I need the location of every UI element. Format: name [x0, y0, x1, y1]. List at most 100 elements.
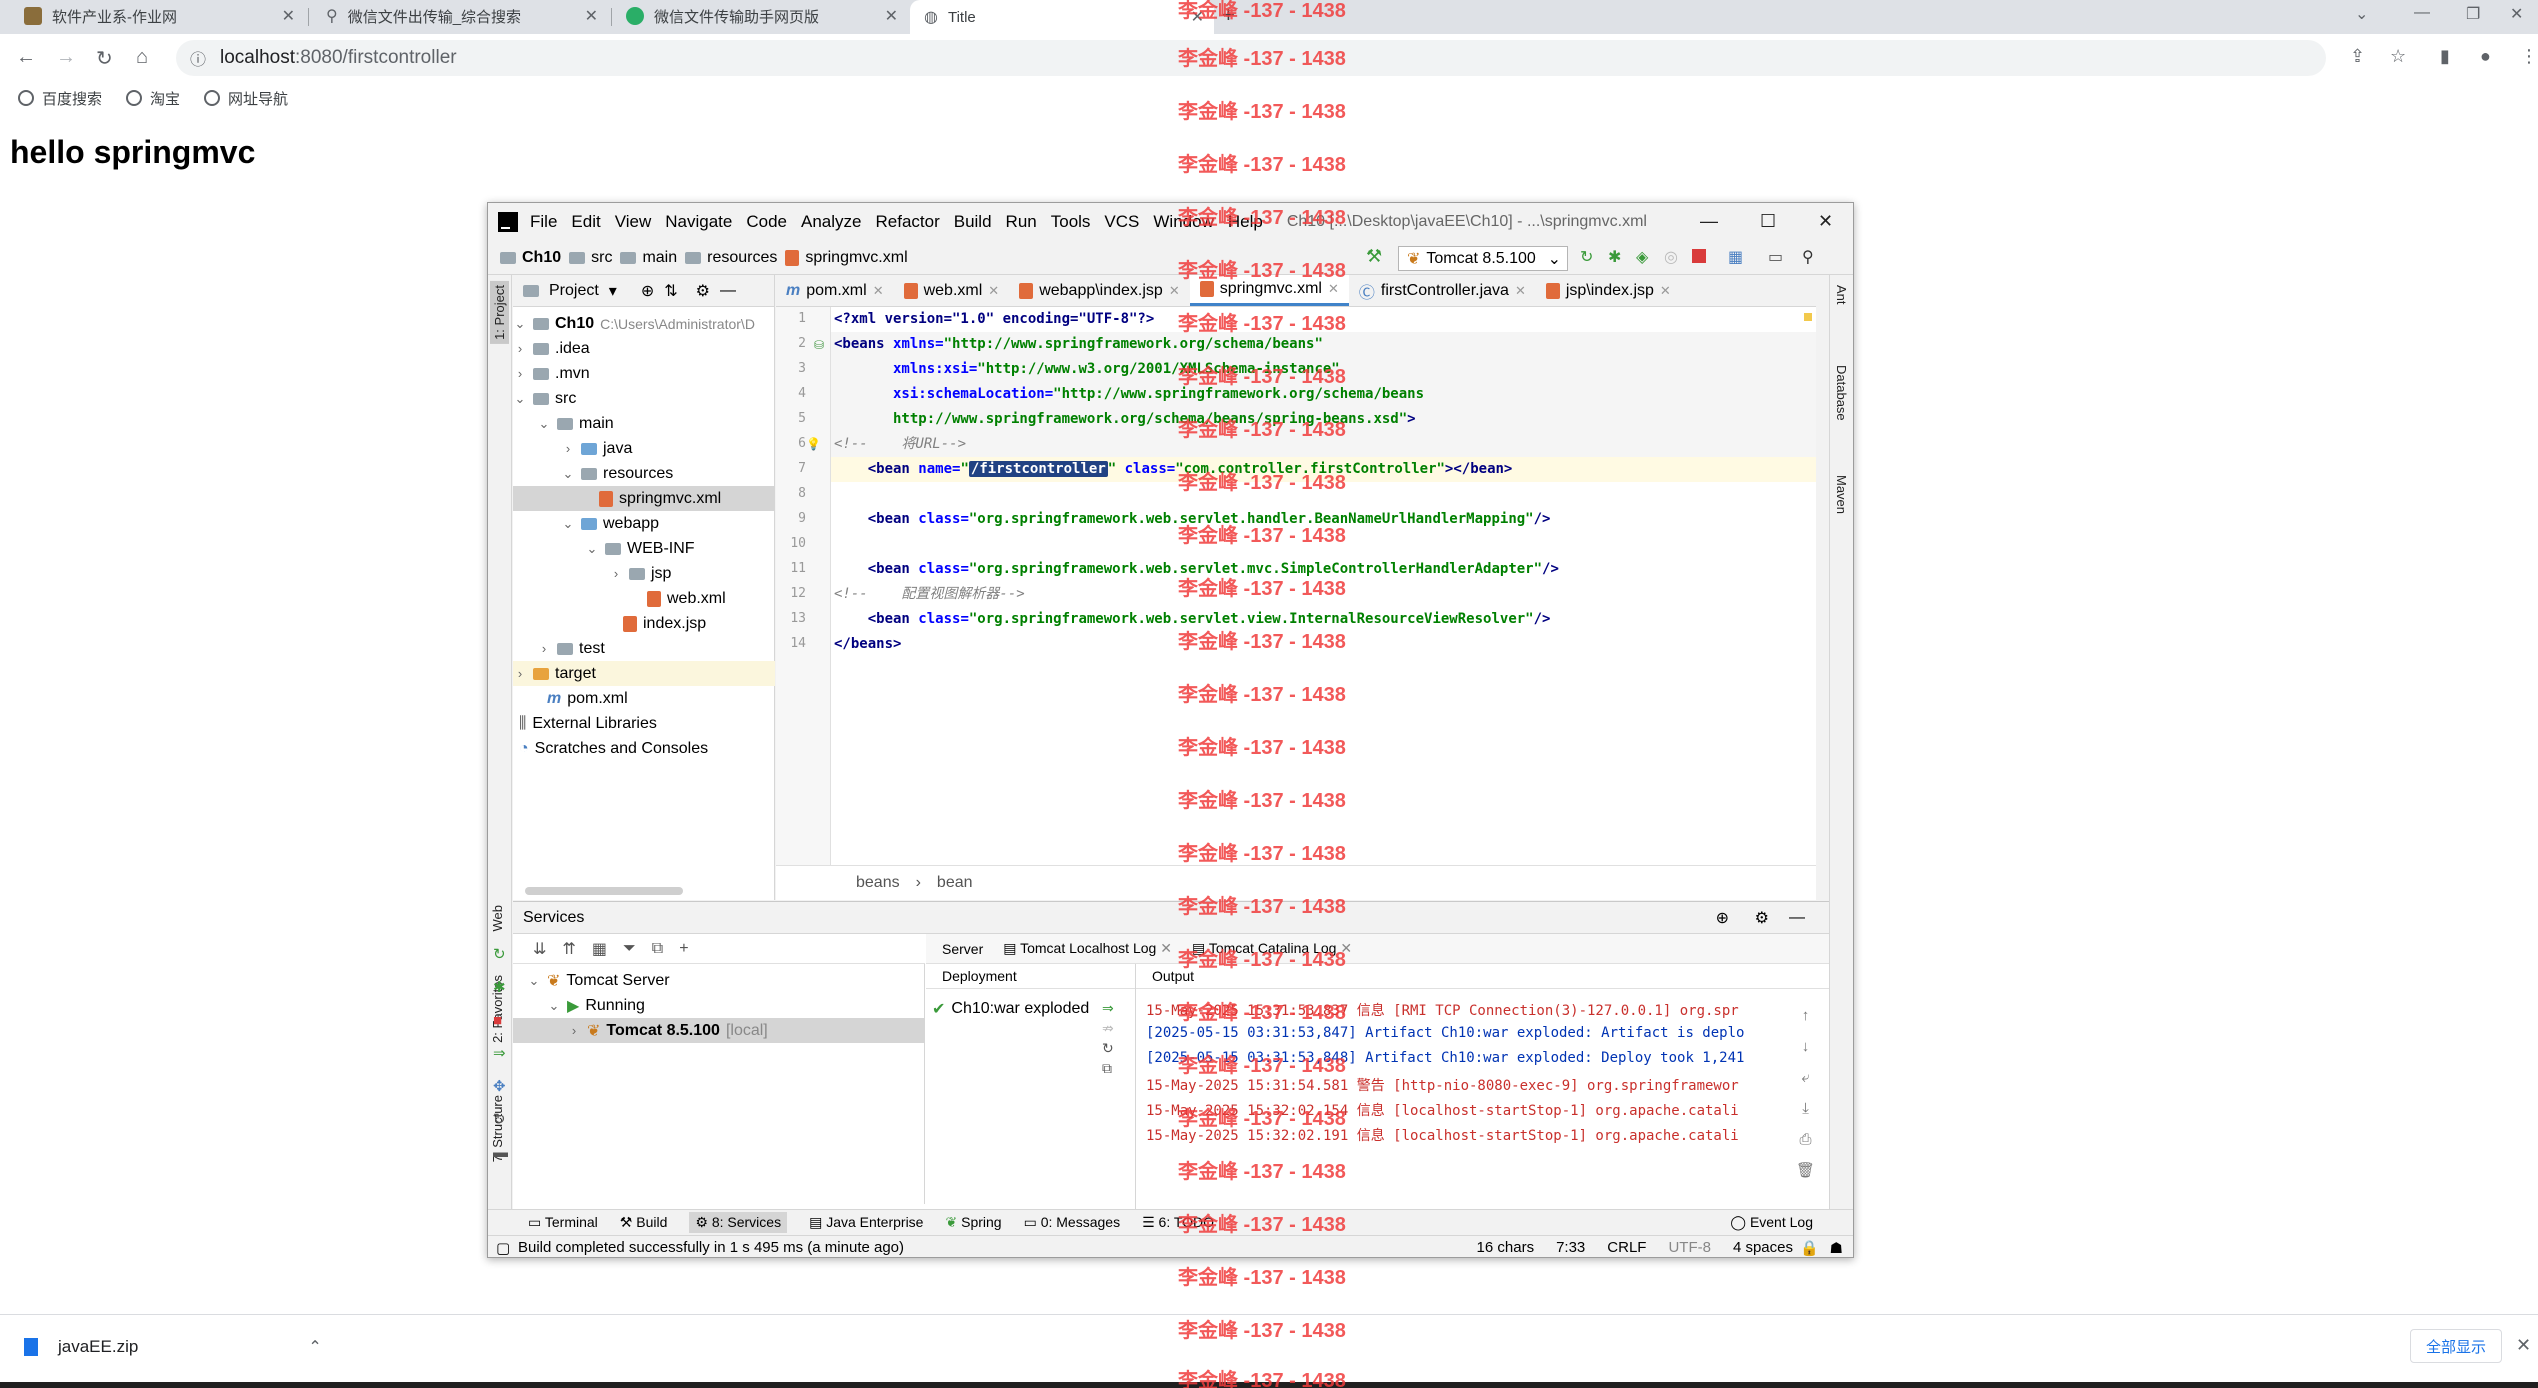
editor-tab-webapp-index[interactable]: webapp\index.jsp ✕ — [1009, 275, 1190, 306]
terminal-icon[interactable]: ▭ — [1768, 247, 1783, 267]
back-button[interactable]: ← — [16, 46, 36, 69]
tree-item-jsp[interactable]: › jsp — [609, 561, 672, 586]
soft-wrap-icon[interactable]: ⤶ — [1796, 1062, 1815, 1093]
close-icon[interactable]: ✕ — [1160, 940, 1172, 956]
tool-tab-project[interactable]: 1: Project — [490, 281, 509, 344]
close-window-button[interactable]: ✕ — [1818, 211, 1833, 232]
chevron-down-icon[interactable]: ▾ — [609, 281, 617, 301]
tree-item-external-libraries[interactable]: ⫼ External Libraries — [519, 711, 657, 736]
refresh-icon[interactable]: ↻ — [1102, 1038, 1114, 1058]
editor-tab-pom[interactable]: m pom.xml ✕ — [776, 275, 894, 306]
tree-item-scratches[interactable]: ◔ Scratches and Consoles — [519, 736, 708, 761]
tool-tab-java-enterprise[interactable]: ▤ Java Enterprise — [809, 1214, 923, 1231]
rerun-icon[interactable]: ↻ — [493, 938, 508, 971]
share-icon[interactable]: ⇪ — [2350, 46, 2365, 67]
editor-tab-firstcontroller[interactable]: ⒸfirstController.java ✕ — [1349, 275, 1536, 306]
group-icon[interactable]: ▦ — [592, 939, 607, 959]
close-icon[interactable]: ✕ — [1328, 281, 1339, 297]
menu-icon[interactable]: ⋮ — [2520, 46, 2538, 67]
horizontal-scrollbar[interactable] — [525, 887, 683, 895]
tree-item-springmvc[interactable]: springmvc.xml — [513, 486, 775, 511]
status-indent[interactable]: 4 spaces — [1733, 1239, 1793, 1256]
editor-crumb-bean[interactable]: bean — [937, 874, 973, 892]
build-hammer-icon[interactable]: ⚒ — [1366, 246, 1382, 267]
status-caret-position[interactable]: 7:33 — [1556, 1239, 1585, 1256]
tree-item-mvn[interactable]: › .mvn — [513, 361, 590, 386]
show-all-button[interactable]: 全部显示 — [2410, 1329, 2502, 1363]
crumb-file[interactable]: springmvc.xml — [785, 249, 908, 267]
menu-edit[interactable]: Edit — [571, 212, 600, 232]
editor-tab-jsp-index[interactable]: jsp\index.jsp ✕ — [1536, 275, 1681, 306]
download-item[interactable]: javaEE.zip ⌃ — [24, 1337, 322, 1357]
crumb-project[interactable]: Ch10 — [500, 249, 561, 267]
stop-icon[interactable] — [1692, 249, 1706, 263]
chevron-down-icon[interactable]: ⌄ — [2355, 4, 2368, 24]
tree-item-webxml[interactable]: web.xml — [647, 586, 726, 611]
tree-item-webinf[interactable]: ⌄ WEB-INF — [585, 536, 695, 561]
bookmark-nav[interactable]: 网址导航 — [204, 88, 288, 109]
deployment-artifact[interactable]: ✔ Ch10:war exploded — [932, 996, 1089, 1021]
forward-button[interactable]: → — [56, 46, 76, 69]
close-icon[interactable]: ✕ — [885, 6, 898, 26]
close-icon[interactable]: ✕ — [988, 283, 999, 299]
info-icon[interactable]: ⓘ — [190, 46, 206, 70]
status-toggle-icon[interactable]: ▢ — [496, 1239, 510, 1257]
debug-icon[interactable]: ✱ — [1608, 247, 1621, 267]
bookmark-taobao[interactable]: 淘宝 — [126, 88, 180, 109]
menu-navigate[interactable]: Navigate — [665, 212, 732, 232]
tab-localhost-log[interactable]: ▤ Tomcat Localhost Log ✕ — [1003, 940, 1172, 957]
tool-tab-database[interactable]: Database — [1834, 365, 1849, 421]
status-encoding[interactable]: UTF-8 — [1668, 1239, 1711, 1256]
services-running[interactable]: ⌄ ▶ Running — [547, 993, 645, 1018]
tool-tab-maven[interactable]: Maven — [1834, 475, 1849, 514]
scroll-to-end-icon[interactable]: ⤓ — [1796, 1093, 1815, 1124]
tool-tab-web[interactable]: Web — [490, 905, 505, 932]
services-tomcat-instance[interactable]: › ❦ Tomcat 8.5.100 [local] — [513, 1018, 925, 1043]
services-tomcat-server[interactable]: ⌄ ❦ Tomcat Server — [527, 968, 670, 993]
trash-icon[interactable]: 🗑 — [1796, 1155, 1815, 1186]
tool-tab-build[interactable]: ⚒ Build — [620, 1214, 668, 1231]
open-browser-icon[interactable]: ✥ — [493, 1070, 508, 1103]
menu-view[interactable]: View — [615, 212, 652, 232]
project-view-select[interactable]: Project — [549, 282, 599, 300]
tab-server[interactable]: Server — [942, 941, 983, 957]
tree-item-indexjsp[interactable]: index.jsp — [623, 611, 706, 636]
close-icon[interactable]: ✕ — [2516, 1335, 2531, 1356]
tree-item-src[interactable]: ⌄ src — [513, 386, 577, 411]
minimize-button[interactable]: — — [1700, 211, 1718, 232]
tree-item-target[interactable]: › target — [513, 661, 775, 686]
chevron-up-icon[interactable]: ⌃ — [308, 1337, 321, 1357]
project-structure-icon[interactable]: ▦ — [1728, 247, 1743, 267]
hide-panel-icon[interactable]: — — [720, 282, 736, 300]
debug-icon[interactable]: ✱ — [493, 971, 508, 1004]
tree-item-webapp[interactable]: ⌄ webapp — [561, 511, 660, 536]
restore-button[interactable]: ❐ — [2466, 4, 2480, 24]
add-icon[interactable]: + — [679, 940, 688, 958]
tree-item-resources[interactable]: ⌄ resources — [561, 461, 674, 486]
browser-tab-2[interactable]: ⚲ 微信文件出传输_综合搜索 ✕ — [312, 0, 608, 32]
arrow-up-icon[interactable]: ↑ — [1796, 1000, 1815, 1031]
menu-build[interactable]: Build — [954, 212, 992, 232]
coverage-icon[interactable]: ◈ — [1636, 247, 1648, 267]
tool-tab-messages[interactable]: ▭ 0: Messages — [1024, 1214, 1121, 1231]
close-icon[interactable]: ✕ — [1515, 283, 1526, 299]
deploy-icon[interactable]: ⇒ — [1102, 998, 1114, 1018]
menu-run[interactable]: Run — [1006, 212, 1037, 232]
profile-icon[interactable]: ● — [2480, 46, 2491, 67]
tool-tab-services[interactable]: ⚙ 8: Services — [689, 1212, 788, 1233]
gear-icon[interactable]: ⚙ — [696, 281, 710, 301]
browser-tab-1[interactable]: 软件产业系-作业网 ✕ — [10, 0, 305, 32]
rerun-icon[interactable]: ↻ — [1580, 247, 1593, 267]
deploy-settings-icon[interactable]: ⧉ — [1102, 1058, 1114, 1078]
home-button[interactable]: ⌂ — [136, 46, 148, 69]
stop-icon[interactable]: ■ — [493, 1004, 508, 1037]
maximize-button[interactable]: ☐ — [1760, 211, 1776, 232]
close-window-button[interactable]: ✕ — [2510, 4, 2523, 24]
bookmark-baidu[interactable]: 百度搜索 — [18, 88, 102, 109]
close-icon[interactable]: ✕ — [873, 283, 884, 299]
search-icon[interactable]: ⚲ — [1802, 247, 1814, 267]
menu-refactor[interactable]: Refactor — [875, 212, 939, 232]
collapse-all-icon[interactable]: ⇈ — [562, 939, 575, 959]
close-icon[interactable]: ✕ — [282, 6, 295, 26]
tool-tab-ant[interactable]: Ant — [1834, 285, 1849, 305]
